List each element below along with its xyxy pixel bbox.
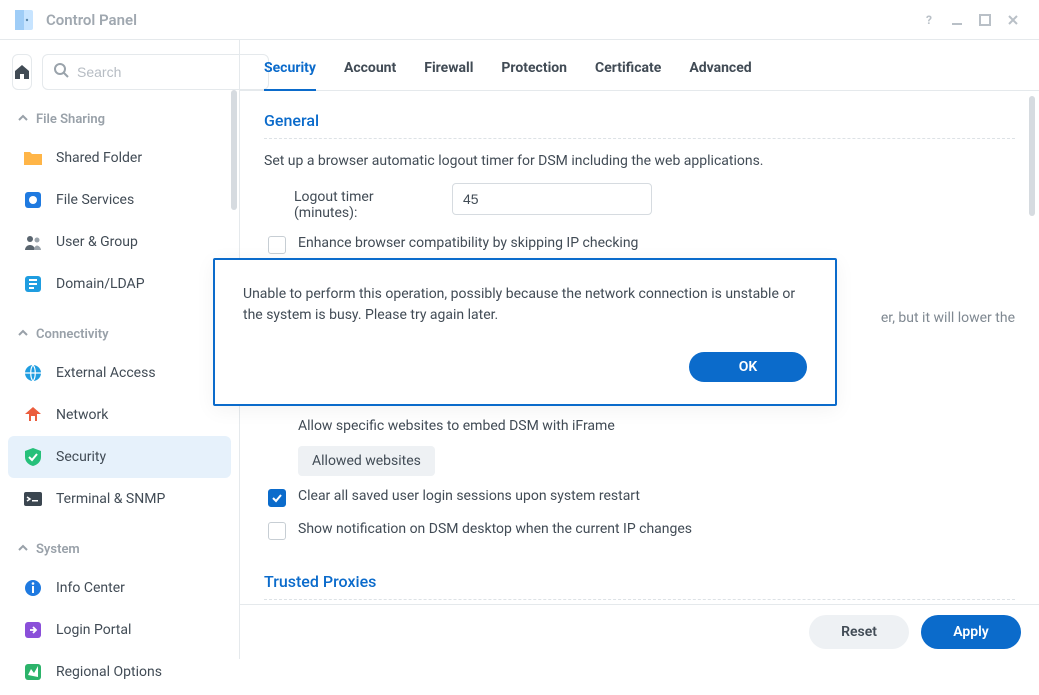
window-title: Control Panel bbox=[46, 11, 137, 29]
app-icon bbox=[12, 8, 36, 32]
sidebar-item-label: Network bbox=[56, 407, 108, 423]
tab-protection[interactable]: Protection bbox=[501, 56, 567, 90]
checkbox-enhance-compat[interactable]: Enhance browser compatibility by skippin… bbox=[264, 235, 1015, 254]
sidebar-item-terminal-snmp[interactable]: Terminal & SNMP bbox=[8, 478, 231, 520]
minimize-icon[interactable] bbox=[943, 6, 971, 34]
tab-advanced[interactable]: Advanced bbox=[689, 56, 751, 90]
checkbox-clear-sessions[interactable]: Clear all saved user login sessions upon… bbox=[264, 488, 1015, 507]
sidebar-item-label: Regional Options bbox=[56, 664, 162, 680]
close-icon[interactable] bbox=[999, 6, 1027, 34]
main-scrollbar[interactable] bbox=[1029, 96, 1035, 216]
sidebar-item-label: External Access bbox=[56, 365, 156, 381]
search-icon bbox=[53, 62, 69, 82]
sidebar-item-label: Info Center bbox=[56, 580, 125, 596]
checkbox-notify-ip[interactable]: Show notification on DSM desktop when th… bbox=[264, 521, 1015, 540]
chevron-up-icon bbox=[18, 112, 28, 127]
group-label: System bbox=[36, 542, 80, 557]
chevron-up-icon bbox=[18, 327, 28, 342]
group-system[interactable]: System bbox=[0, 534, 239, 565]
tab-account[interactable]: Account bbox=[344, 56, 396, 90]
search-input[interactable] bbox=[77, 64, 258, 80]
sidebar-scrollbar[interactable] bbox=[231, 90, 237, 210]
dialog-message: Unable to perform this operation, possib… bbox=[243, 284, 807, 326]
checkbox-icon[interactable] bbox=[268, 489, 286, 507]
tab-firewall[interactable]: Firewall bbox=[424, 56, 473, 90]
ok-button[interactable]: OK bbox=[689, 352, 807, 382]
globe-icon bbox=[22, 362, 44, 384]
group-label: Connectivity bbox=[36, 327, 109, 342]
reset-button[interactable]: Reset bbox=[809, 615, 909, 649]
info-icon bbox=[22, 577, 44, 599]
checkbox-label: Enhance browser compatibility by skippin… bbox=[298, 235, 638, 251]
apply-button[interactable]: Apply bbox=[921, 615, 1021, 649]
directory-icon bbox=[22, 273, 44, 295]
field-label: Logout timer (minutes): bbox=[294, 183, 434, 221]
sidebar-item-security[interactable]: Security bbox=[8, 436, 231, 478]
section-title-proxies: Trusted Proxies bbox=[264, 572, 1015, 600]
region-icon bbox=[22, 661, 44, 683]
svg-text:?: ? bbox=[926, 13, 932, 27]
group-connectivity[interactable]: Connectivity bbox=[0, 319, 239, 350]
section-title-general: General bbox=[264, 111, 1015, 139]
portal-icon bbox=[22, 619, 44, 641]
sidebar-item-regional-options[interactable]: Regional Options bbox=[8, 651, 231, 693]
home-button[interactable] bbox=[12, 54, 32, 90]
sidebar-item-label: User & Group bbox=[56, 234, 138, 250]
iframe-desc: Allow specific websites to embed DSM wit… bbox=[264, 418, 1015, 434]
sidebar-item-info-center[interactable]: Info Center bbox=[8, 567, 231, 609]
sidebar-item-network[interactable]: Network bbox=[8, 394, 231, 436]
sidebar-item-label: Login Portal bbox=[56, 622, 131, 638]
group-label: File Sharing bbox=[36, 112, 105, 127]
tab-security[interactable]: Security bbox=[264, 56, 316, 90]
checkbox-label: Clear all saved user login sessions upon… bbox=[298, 488, 640, 504]
folder-icon bbox=[22, 147, 44, 169]
error-dialog: Unable to perform this operation, possib… bbox=[213, 258, 837, 406]
file-services-icon bbox=[22, 189, 44, 211]
tab-certificate[interactable]: Certificate bbox=[595, 56, 661, 90]
checkbox-icon[interactable] bbox=[268, 522, 286, 540]
group-file-sharing[interactable]: File Sharing bbox=[0, 104, 239, 135]
help-icon[interactable]: ? bbox=[915, 6, 943, 34]
footer: Reset Apply bbox=[240, 604, 1039, 659]
sidebar-item-label: Domain/LDAP bbox=[56, 276, 145, 292]
chevron-up-icon bbox=[18, 542, 28, 557]
field-logout-timer: Logout timer (minutes): bbox=[264, 183, 1015, 221]
sidebar-item-label: Security bbox=[56, 449, 106, 465]
search-input-wrapper[interactable] bbox=[42, 54, 269, 90]
terminal-icon bbox=[22, 488, 44, 510]
sidebar-item-label: Shared Folder bbox=[56, 150, 142, 166]
sidebar-item-login-portal[interactable]: Login Portal bbox=[8, 609, 231, 651]
sidebar-item-label: Terminal & SNMP bbox=[56, 491, 165, 507]
sidebar-item-shared-folder[interactable]: Shared Folder bbox=[8, 137, 231, 179]
logout-timer-input[interactable] bbox=[452, 183, 652, 215]
sidebar-item-user-group[interactable]: User & Group bbox=[8, 221, 231, 263]
sidebar: File Sharing Shared Folder File Services… bbox=[0, 40, 240, 659]
network-icon bbox=[22, 404, 44, 426]
titlebar: Control Panel ? bbox=[0, 0, 1039, 40]
sidebar-item-label: File Services bbox=[56, 192, 134, 208]
section-desc-general: Set up a browser automatic logout timer … bbox=[264, 153, 1015, 169]
users-icon bbox=[22, 231, 44, 253]
sidebar-item-file-services[interactable]: File Services bbox=[8, 179, 231, 221]
shield-icon bbox=[22, 446, 44, 468]
checkbox-label: Show notification on DSM desktop when th… bbox=[298, 521, 692, 537]
maximize-icon[interactable] bbox=[971, 6, 999, 34]
sidebar-item-domain-ldap[interactable]: Domain/LDAP bbox=[8, 263, 231, 305]
tabs: Security Account Firewall Protection Cer… bbox=[240, 40, 1039, 91]
allowed-websites-button[interactable]: Allowed websites bbox=[298, 446, 435, 476]
sidebar-item-external-access[interactable]: External Access bbox=[8, 352, 231, 394]
checkbox-icon[interactable] bbox=[268, 236, 286, 254]
